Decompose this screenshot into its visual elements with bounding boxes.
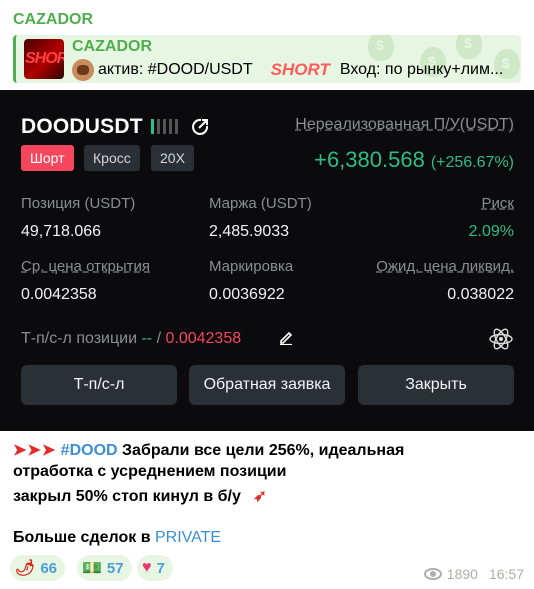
risk-label: Риск bbox=[481, 195, 514, 212]
private-link[interactable]: PRIVATE bbox=[155, 529, 221, 546]
message-meta: 1890 16:57 bbox=[423, 566, 524, 582]
entry-price-value: 0.0042358 bbox=[21, 286, 97, 303]
message-line-3: закрыл 50% стоп кинул в б/у ➶ bbox=[13, 488, 267, 505]
money-bag-decor bbox=[456, 35, 482, 59]
reaction-chili[interactable]: 🌶 66 bbox=[10, 555, 65, 581]
heart-icon: ♥ bbox=[142, 559, 152, 576]
mark-price-label: Маркировка bbox=[209, 258, 294, 275]
bear-avatar-icon bbox=[72, 59, 94, 81]
pnl-value: +6,380.568 bbox=[314, 147, 425, 172]
position-label: Позиция (USDT) bbox=[21, 195, 136, 212]
margin-label: Маржа (USDT) bbox=[209, 195, 312, 212]
tpsl-row: Т-п/с-л позиции -- / 0.0042358 bbox=[21, 330, 241, 348]
tpsl-button[interactable]: Т-п/с-л bbox=[21, 365, 177, 405]
entry-price-label: Ср. цена открытия bbox=[21, 258, 151, 275]
leverage-tag: 20X bbox=[151, 145, 194, 171]
mark-price-value: 0.0036922 bbox=[209, 286, 285, 303]
short-label: SHORT bbox=[270, 60, 330, 79]
message-line-4: Больше сделок в PRIVATE bbox=[13, 529, 222, 546]
close-position-button[interactable]: Закрыть bbox=[358, 365, 514, 405]
rocket-icon: ➶ bbox=[253, 488, 267, 505]
reply-text: актив: #DOOD/USDT SHORT Вход: по рынку+л… bbox=[72, 59, 518, 81]
reply-preview[interactable]: SHORT CAZADOR актив: #DOOD/USDT SHORT Вх… bbox=[13, 35, 521, 83]
channel-message: CAZADOR SHORT CAZADOR актив: #DOOD/USDT … bbox=[0, 0, 534, 589]
liq-price-value: 0.038022 bbox=[447, 286, 514, 303]
symbol: DOODUSDT bbox=[21, 115, 143, 138]
edit-icon[interactable] bbox=[278, 329, 294, 345]
money-stack-icon: 💵 bbox=[82, 560, 102, 577]
tpsl-separator: / bbox=[156, 330, 162, 347]
hashtag-link[interactable]: #DOOD bbox=[61, 442, 118, 459]
unrealized-pnl: +6,380.568 (+256.67%) bbox=[314, 147, 514, 173]
pnl-percent: (+256.67%) bbox=[430, 154, 514, 171]
reply-thumbnail: SHORT bbox=[24, 39, 64, 79]
signal-bars-icon bbox=[151, 119, 178, 134]
margin-mode-tag: Кросс bbox=[84, 145, 140, 171]
reply-title: CAZADOR bbox=[72, 38, 152, 55]
money-bag-decor bbox=[368, 35, 394, 61]
view-count: 1890 bbox=[446, 566, 478, 582]
unrealized-pnl-label: Нереализованная П/У(USDT) bbox=[295, 116, 514, 133]
arrows-icon: ➤➤➤ bbox=[13, 442, 57, 459]
position-value: 49,718.066 bbox=[21, 223, 102, 240]
risk-value: 2.09% bbox=[468, 223, 514, 240]
reaction-money[interactable]: 💵 57 bbox=[77, 555, 132, 581]
message-line-1: ➤➤➤ #DOOD Забрали все цели 256%, идеальн… bbox=[13, 442, 405, 459]
message-line-2: отработка с усреднением позиции bbox=[13, 463, 287, 480]
sl-value: 0.0042358 bbox=[165, 330, 242, 347]
atom-icon[interactable] bbox=[488, 326, 514, 352]
position-card: DOODUSDT Нереализованная П/У(USDT) Шорт … bbox=[0, 90, 534, 431]
timestamp: 16:57 bbox=[488, 566, 524, 582]
reverse-order-button[interactable]: Обратная заявка bbox=[189, 365, 345, 405]
sender-name[interactable]: CAZADOR bbox=[13, 11, 93, 29]
margin-value: 2,485.9033 bbox=[209, 223, 290, 240]
share-icon[interactable] bbox=[190, 117, 210, 137]
chili-pepper-icon: 🌶 bbox=[15, 560, 36, 577]
reaction-heart[interactable]: ♥ 7 bbox=[137, 555, 173, 581]
eye-icon bbox=[423, 568, 442, 580]
tp-value: -- bbox=[141, 330, 153, 347]
tpsl-label: Т-п/с-л позиции bbox=[21, 330, 138, 347]
liq-price-label: Ожид. цена ликвид. bbox=[376, 258, 514, 275]
side-tag: Шорт bbox=[21, 145, 74, 171]
